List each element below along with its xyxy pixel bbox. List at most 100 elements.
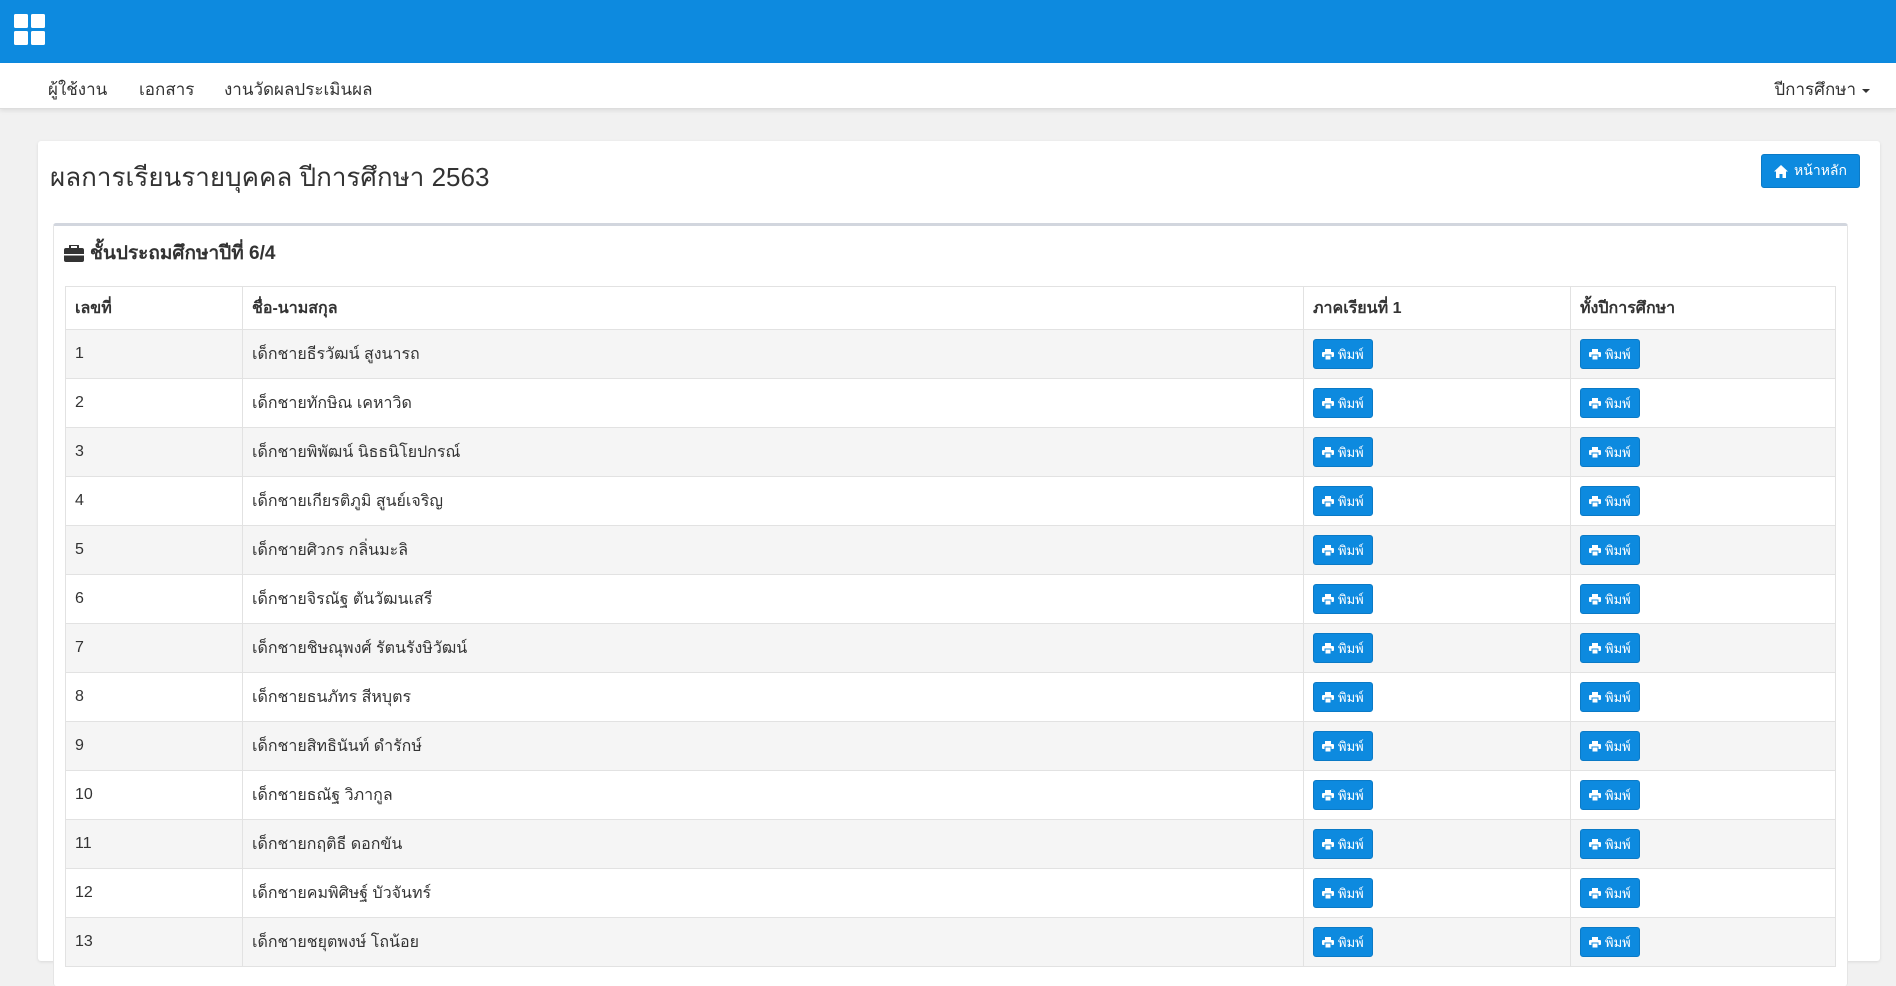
- full-year-cell: พิมพ์: [1570, 672, 1836, 722]
- print-semester-1-button[interactable]: พิมพ์: [1313, 829, 1373, 859]
- row-number: 7: [65, 623, 243, 673]
- print-full-year-button[interactable]: พิมพ์: [1580, 780, 1640, 810]
- print-button-label: พิมพ์: [1605, 493, 1631, 509]
- print-full-year-button[interactable]: พิมพ์: [1580, 584, 1640, 614]
- print-full-year-button[interactable]: พิมพ์: [1580, 927, 1640, 957]
- student-name: เด็กชายธีรวัฒน์ สูงนารถ: [242, 329, 1304, 379]
- print-semester-1-button[interactable]: พิมพ์: [1313, 437, 1373, 467]
- full-year-cell: พิมพ์: [1570, 329, 1836, 379]
- print-icon: [1322, 544, 1334, 556]
- full-year-cell: พิมพ์: [1570, 378, 1836, 428]
- print-icon: [1589, 838, 1601, 850]
- table-row: 11 เด็กชายกฤติธี ดอกขัน พิมพ์ พิมพ์: [65, 819, 1836, 869]
- print-semester-1-button[interactable]: พิมพ์: [1313, 878, 1373, 908]
- print-button-label: พิมพ์: [1338, 346, 1364, 362]
- header-name: ชื่อ-นามสกุล: [242, 286, 1304, 330]
- top-bar: [0, 0, 1896, 63]
- row-number: 9: [65, 721, 243, 771]
- semester-1-cell: พิมพ์: [1303, 672, 1571, 722]
- student-name: เด็กชายชิษณุพงศ์ รัตนรังษิวัฒน์: [242, 623, 1304, 673]
- print-full-year-button[interactable]: พิมพ์: [1580, 437, 1640, 467]
- print-full-year-button[interactable]: พิมพ์: [1580, 829, 1640, 859]
- home-button-label: หน้าหลัก: [1794, 162, 1847, 178]
- student-name: เด็กชายพิพัฒน์ นิธธนิโยปกรณ์: [242, 427, 1304, 477]
- table-row: 12 เด็กชายคมพิศิษฐ์ บัวจันทร์ พิมพ์ พิมพ์: [65, 868, 1836, 918]
- print-full-year-button[interactable]: พิมพ์: [1580, 388, 1640, 418]
- print-button-label: พิมพ์: [1605, 689, 1631, 705]
- print-button-label: พิมพ์: [1338, 836, 1364, 852]
- header-semester-1: ภาคเรียนที่ 1: [1303, 286, 1571, 330]
- print-icon: [1589, 593, 1601, 605]
- semester-1-cell: พิมพ์: [1303, 868, 1571, 918]
- table-row: 4 เด็กชายเกียรติภูมิ สูนย์เจริญ พิมพ์ พิมพ์: [65, 476, 1836, 526]
- print-button-label: พิมพ์: [1605, 640, 1631, 656]
- print-icon: [1322, 691, 1334, 703]
- print-icon: [1589, 789, 1601, 801]
- table-row: 10 เด็กชายธณัฐ วิภากูล พิมพ์ พิมพ์: [65, 770, 1836, 820]
- print-full-year-button[interactable]: พิมพ์: [1580, 339, 1640, 369]
- row-number: 5: [65, 525, 243, 575]
- print-button-label: พิมพ์: [1605, 444, 1631, 460]
- print-icon: [1322, 936, 1334, 948]
- print-full-year-button[interactable]: พิมพ์: [1580, 633, 1640, 663]
- full-year-cell: พิมพ์: [1570, 917, 1836, 967]
- print-button-label: พิมพ์: [1605, 885, 1631, 901]
- print-full-year-button[interactable]: พิมพ์: [1580, 731, 1640, 761]
- table-row: 3 เด็กชายพิพัฒน์ นิธธนิโยปกรณ์ พิมพ์ พิมพ์: [65, 427, 1836, 477]
- row-number: 11: [65, 819, 243, 869]
- table-row: 13 เด็กชายชยุตพงษ์ โถน้อย พิมพ์ พิมพ์: [65, 917, 1836, 967]
- print-button-label: พิมพ์: [1338, 542, 1364, 558]
- apps-grid-icon[interactable]: [14, 14, 46, 46]
- print-semester-1-button[interactable]: พิมพ์: [1313, 780, 1373, 810]
- row-number: 2: [65, 378, 243, 428]
- table-row: 1 เด็กชายธีรวัฒน์ สูงนารถ พิมพ์ พิมพ์: [65, 329, 1836, 379]
- table-row: 6 เด็กชายจิรณัฐ ตันวัฒนเสรี พิมพ์ พิมพ์: [65, 574, 1836, 624]
- print-full-year-button[interactable]: พิมพ์: [1580, 486, 1640, 516]
- print-semester-1-button[interactable]: พิมพ์: [1313, 486, 1373, 516]
- print-semester-1-button[interactable]: พิมพ์: [1313, 388, 1373, 418]
- print-full-year-button[interactable]: พิมพ์: [1580, 878, 1640, 908]
- home-button[interactable]: หน้าหลัก: [1761, 154, 1860, 188]
- print-button-label: พิมพ์: [1605, 591, 1631, 607]
- print-button-label: พิมพ์: [1338, 444, 1364, 460]
- print-button-label: พิมพ์: [1338, 640, 1364, 656]
- full-year-cell: พิมพ์: [1570, 476, 1836, 526]
- print-semester-1-button[interactable]: พิมพ์: [1313, 339, 1373, 369]
- nav-item-documents[interactable]: เอกสาร: [139, 76, 194, 103]
- nav-item-users[interactable]: ผู้ใช้งาน: [48, 76, 107, 103]
- semester-1-cell: พิมพ์: [1303, 525, 1571, 575]
- print-semester-1-button[interactable]: พิมพ์: [1313, 927, 1373, 957]
- row-number: 4: [65, 476, 243, 526]
- print-icon: [1322, 887, 1334, 899]
- semester-1-cell: พิมพ์: [1303, 819, 1571, 869]
- print-icon: [1589, 740, 1601, 752]
- print-icon: [1322, 838, 1334, 850]
- row-number: 6: [65, 574, 243, 624]
- home-icon: [1774, 164, 1789, 178]
- header-number: เลขที่: [65, 286, 243, 330]
- print-button-label: พิมพ์: [1338, 885, 1364, 901]
- full-year-cell: พิมพ์: [1570, 525, 1836, 575]
- print-full-year-button[interactable]: พิมพ์: [1580, 535, 1640, 565]
- full-year-cell: พิมพ์: [1570, 623, 1836, 673]
- print-full-year-button[interactable]: พิมพ์: [1580, 682, 1640, 712]
- print-semester-1-button[interactable]: พิมพ์: [1313, 584, 1373, 614]
- print-button-label: พิมพ์: [1338, 689, 1364, 705]
- print-button-label: พิมพ์: [1605, 738, 1631, 754]
- semester-1-cell: พิมพ์: [1303, 427, 1571, 477]
- full-year-cell: พิมพ์: [1570, 721, 1836, 771]
- print-button-label: พิมพ์: [1605, 542, 1631, 558]
- table-header-row: เลขที่ ชื่อ-นามสกุล ภาคเรียนที่ 1 ทั้งปี…: [65, 286, 1836, 330]
- print-semester-1-button[interactable]: พิมพ์: [1313, 633, 1373, 663]
- academic-year-dropdown[interactable]: ปีการศึกษา: [1774, 76, 1870, 103]
- print-icon: [1589, 642, 1601, 654]
- students-table: เลขที่ ชื่อ-นามสกุล ภาคเรียนที่ 1 ทั้งปี…: [65, 286, 1836, 967]
- print-icon: [1589, 348, 1601, 360]
- print-icon: [1589, 936, 1601, 948]
- print-semester-1-button[interactable]: พิมพ์: [1313, 682, 1373, 712]
- print-icon: [1322, 397, 1334, 409]
- print-semester-1-button[interactable]: พิมพ์: [1313, 535, 1373, 565]
- nav-item-evaluation[interactable]: งานวัดผลประเมินผล: [224, 76, 373, 103]
- main-panel: ผลการเรียนรายบุคคล ปีการศึกษา 2563 หน้าห…: [38, 141, 1880, 986]
- print-semester-1-button[interactable]: พิมพ์: [1313, 731, 1373, 761]
